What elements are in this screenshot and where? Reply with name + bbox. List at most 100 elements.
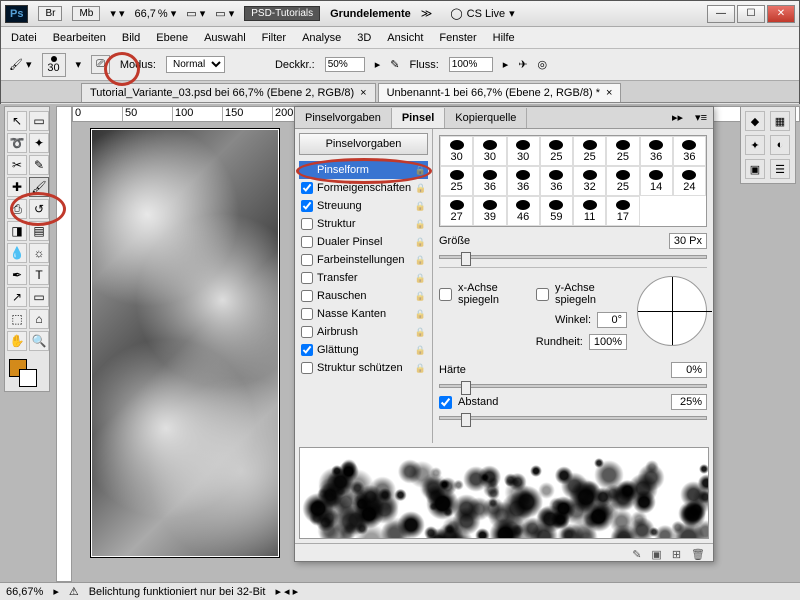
panel-menu-icon[interactable]: ▾≡ — [689, 111, 713, 124]
styles-panel-icon[interactable]: ✦ — [745, 135, 765, 155]
brush-option-row[interactable]: Streuung🔒 — [299, 197, 428, 215]
brush-cell[interactable]: 14 — [640, 166, 673, 196]
bridge-button[interactable]: Br — [38, 6, 62, 21]
eyedropper-tool[interactable]: ✎ — [29, 155, 49, 175]
minimize-button[interactable]: — — [707, 5, 735, 23]
swatches-panel-icon[interactable]: ▦ — [770, 111, 790, 131]
opacity-input[interactable] — [325, 57, 365, 72]
pressure-size-icon[interactable]: ◎ — [538, 58, 548, 71]
new-brush-icon[interactable]: ▣ — [651, 548, 661, 561]
menu-bild[interactable]: Bild — [122, 32, 140, 44]
brush-option-row[interactable]: Glättung🔒 — [299, 341, 428, 359]
brush-cell[interactable]: 30 — [473, 136, 506, 166]
brush-cell[interactable]: 24 — [673, 166, 706, 196]
brush-option-row[interactable]: Dualer Pinsel🔒 — [299, 233, 428, 251]
eraser-tool[interactable]: ◨ — [7, 221, 27, 241]
menu-fenster[interactable]: Fenster — [439, 32, 476, 44]
spacing-value[interactable]: 25% — [671, 394, 707, 410]
angle-value[interactable]: 0° — [597, 312, 627, 328]
heal-tool[interactable]: ✚ — [7, 177, 27, 197]
toggle-preview-icon[interactable]: ✎ — [632, 548, 641, 561]
pen-tool[interactable]: ✒ — [7, 265, 27, 285]
tab-pinselvorgaben[interactable]: Pinselvorgaben — [295, 108, 392, 128]
menu-3d[interactable]: 3D — [357, 32, 371, 44]
brush-cell[interactable]: 36 — [473, 166, 506, 196]
lock-icon[interactable]: 🔒 — [415, 219, 426, 230]
brush-cell[interactable]: 25 — [606, 136, 639, 166]
lock-icon[interactable]: 🔒 — [415, 255, 426, 266]
type-tool[interactable]: T — [29, 265, 49, 285]
cslive-label[interactable]: CS Live — [467, 8, 506, 20]
brush-cell[interactable]: 32 — [573, 166, 606, 196]
brush-cell[interactable]: 25 — [573, 136, 606, 166]
menu-filter[interactable]: Filter — [262, 32, 286, 44]
lock-icon[interactable]: 🔒 — [415, 183, 426, 194]
move-tool[interactable]: ↖ — [7, 111, 27, 131]
minibridge-button[interactable]: Mb — [72, 6, 100, 21]
brush-option-row[interactable]: Farbeinstellungen🔒 — [299, 251, 428, 269]
history-brush-tool[interactable]: ↺ — [29, 199, 49, 219]
cslive-drop[interactable]: ▾ — [509, 7, 515, 20]
size-value[interactable]: 30 Px — [669, 233, 707, 249]
view-icon[interactable]: ▭ ▾ — [186, 7, 205, 20]
brush-cell[interactable]: 36 — [507, 166, 540, 196]
brush-cell[interactable]: 30 — [507, 136, 540, 166]
document-tab[interactable]: Unbenannt-1 bei 66,7% (Ebene 2, RGB/8) *… — [378, 83, 622, 102]
flow-input[interactable] — [449, 57, 493, 72]
flow-drop[interactable]: ▸ — [503, 58, 509, 71]
size-slider[interactable] — [439, 255, 707, 259]
zoom-value[interactable]: 66,7 — [134, 8, 155, 20]
option-checkbox[interactable] — [301, 272, 313, 284]
layers-panel-icon[interactable]: ☰ — [770, 159, 790, 179]
stamp-tool[interactable]: ⎙ — [7, 199, 27, 219]
crop-tool[interactable]: ✂ — [7, 155, 27, 175]
brush-option-row[interactable]: Pinselform🔒 — [299, 161, 428, 179]
lock-icon[interactable]: 🔒 — [415, 237, 426, 248]
brush-cell[interactable]: 39 — [473, 196, 506, 226]
spacing-slider[interactable] — [439, 416, 707, 420]
menu-auswahl[interactable]: Auswahl — [204, 32, 246, 44]
brush-tool-icon[interactable]: 🖌 ▾ — [9, 58, 32, 71]
brush-cell[interactable]: 27 — [440, 196, 473, 226]
3d-tool[interactable]: ⬚ — [7, 309, 27, 329]
status-more[interactable]: ▸ ◂ ▸ — [275, 585, 298, 598]
brush-cell[interactable]: 46 — [507, 196, 540, 226]
option-checkbox[interactable] — [301, 290, 313, 302]
trash-icon[interactable]: 🗑 — [691, 548, 705, 561]
dodge-tool[interactable]: ☼ — [29, 243, 49, 263]
hardness-value[interactable]: 0% — [671, 362, 707, 378]
menu-datei[interactable]: Datei — [11, 32, 37, 44]
option-checkbox[interactable] — [301, 362, 313, 374]
angle-widget[interactable] — [637, 276, 707, 346]
marquee-tool[interactable]: ▭ — [29, 111, 49, 131]
option-checkbox[interactable] — [301, 344, 313, 356]
docset-button[interactable]: PSD-Tutorials — [244, 6, 320, 21]
panel-collapse-icon[interactable]: ▸▸ — [666, 111, 689, 124]
zoom-tool[interactable]: 🔍 — [29, 331, 49, 351]
brush-option-row[interactable]: Nasse Kanten🔒 — [299, 305, 428, 323]
option-checkbox[interactable] — [301, 308, 313, 320]
brush-option-row[interactable]: Transfer🔒 — [299, 269, 428, 287]
brush-cell[interactable]: 11 — [573, 196, 606, 226]
canvas[interactable] — [90, 128, 280, 558]
create-brush-icon[interactable]: ⊞ — [672, 548, 681, 561]
more-icon[interactable]: ≫ — [421, 7, 433, 20]
brush-cell[interactable]: 36 — [540, 166, 573, 196]
mode-select[interactable]: Normal — [166, 56, 225, 73]
color-swatches[interactable] — [7, 357, 49, 387]
close-icon[interactable]: × — [360, 87, 366, 99]
lock-icon[interactable]: 🔒 — [415, 363, 426, 374]
brush-preset-chip[interactable]: 30 — [42, 53, 66, 77]
menu-analyse[interactable]: Analyse — [302, 32, 341, 44]
masks-panel-icon[interactable]: ▣ — [745, 159, 765, 179]
tab-pinsel[interactable]: Pinsel — [392, 108, 445, 128]
brush-cell[interactable]: 25 — [606, 166, 639, 196]
airbrush-icon[interactable]: ✈ — [518, 58, 527, 71]
round-value[interactable]: 100% — [589, 334, 627, 350]
brush-cell[interactable]: 59 — [540, 196, 573, 226]
brush-option-row[interactable]: Struktur schützen🔒 — [299, 359, 428, 377]
brush-cell[interactable]: 25 — [440, 166, 473, 196]
lock-icon[interactable]: 🔒 — [415, 345, 426, 356]
brush-cell[interactable]: 30 — [440, 136, 473, 166]
lock-icon[interactable]: 🔒 — [415, 273, 426, 284]
